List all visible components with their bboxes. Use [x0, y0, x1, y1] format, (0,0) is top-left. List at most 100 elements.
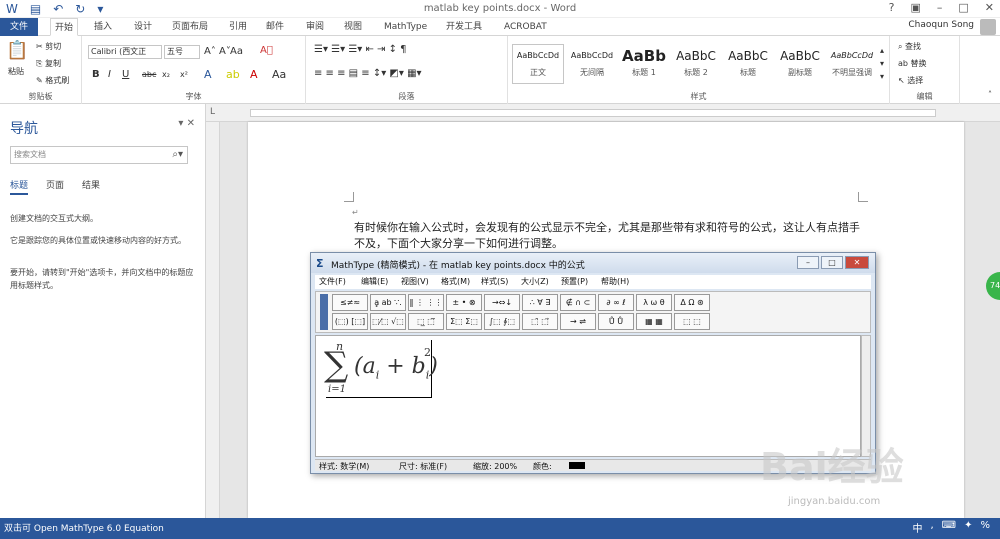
- vertical-ruler[interactable]: [206, 122, 220, 518]
- tab-layout[interactable]: 页面布局: [168, 18, 212, 36]
- underline-button[interactable]: U: [122, 69, 129, 80]
- style-subtle-emphasis[interactable]: AaBbCcDd 不明显强调: [826, 44, 878, 84]
- clear-format-icon[interactable]: A⃠: [260, 45, 273, 56]
- keyboard-icon[interactable]: ⌨: [942, 520, 956, 535]
- settings-icon[interactable]: ✦: [964, 520, 972, 535]
- tab-selector-icon[interactable]: L: [210, 107, 215, 117]
- bullets-icon[interactable]: ☰▾ ☰▾ ☰▾ ⇤ ⇥ ↕ ¶: [314, 44, 407, 55]
- subscript-button[interactable]: x₂: [162, 70, 170, 79]
- palette-arrows-button[interactable]: →⇔↓: [484, 294, 520, 311]
- palette-bars-button[interactable]: ⬚̄ ⬚⃗: [522, 313, 558, 330]
- palette-scripts-button[interactable]: ⬚̲ ⬚̅: [408, 313, 444, 330]
- strikethrough-button[interactable]: abc: [142, 70, 156, 79]
- palette-matrices-button[interactable]: ▦ ▦: [636, 313, 672, 330]
- highlight-icon[interactable]: ab: [226, 68, 240, 81]
- nav-tab-pages[interactable]: 页面: [46, 178, 64, 191]
- search-icon[interactable]: ⌕▾: [172, 147, 183, 163]
- mt-menu-help[interactable]: 帮助(H): [601, 276, 629, 287]
- font-size-combo[interactable]: 五号: [164, 45, 200, 59]
- change-case-button[interactable]: Aa: [230, 46, 243, 57]
- tab-insert[interactable]: 插入: [90, 18, 116, 36]
- ime-icon[interactable]: 中: [912, 520, 922, 535]
- replace-button[interactable]: ab 替换: [898, 58, 927, 69]
- font-name-combo[interactable]: Calibri (西文正: [88, 45, 162, 59]
- char-shading-icon[interactable]: Aa: [272, 68, 286, 81]
- palette-integrals-button[interactable]: ∫⬚ ∮⬚: [484, 313, 520, 330]
- tab-review[interactable]: 审阅: [302, 18, 328, 36]
- palette-fractions-button[interactable]: ⬚⁄⬚ √⬚: [370, 313, 406, 330]
- maximize-icon[interactable]: □: [958, 1, 968, 14]
- collapse-ribbon-icon[interactable]: ˄: [988, 90, 992, 99]
- nav-tab-results[interactable]: 结果: [82, 178, 100, 191]
- mt-menu-view[interactable]: 视图(V): [401, 276, 429, 287]
- minimize-icon[interactable]: –: [937, 1, 943, 14]
- cut-button[interactable]: ✂ 剪切: [36, 41, 61, 52]
- tab-file[interactable]: 文件: [0, 18, 38, 36]
- mt-menu-size[interactable]: 大小(Z): [521, 276, 549, 287]
- palette-sums-button[interactable]: Σ⬚ Σ⬚: [446, 313, 482, 330]
- tab-references[interactable]: 引用: [225, 18, 251, 36]
- tab-acrobat[interactable]: ACROBAT: [500, 18, 551, 36]
- palette-sets-button[interactable]: ∉ ∩ ⊂: [560, 294, 596, 311]
- palette-spaces-button[interactable]: ḁ ab ∵.: [370, 294, 406, 311]
- palette-relations-button[interactable]: ≤≠≈: [332, 294, 368, 311]
- paste-icon[interactable]: 📋: [6, 40, 28, 61]
- palette-boxes-button[interactable]: ⬚ ⬚: [674, 313, 710, 330]
- italic-button[interactable]: I: [108, 69, 111, 80]
- mt-maximize-icon[interactable]: □: [821, 256, 843, 269]
- palette-greek-upper-button[interactable]: Δ Ω ⊛: [674, 294, 710, 311]
- bold-button[interactable]: B: [92, 69, 100, 80]
- format-painter-button[interactable]: ✎ 格式刷: [36, 75, 69, 86]
- zoom-percent[interactable]: %: [980, 520, 990, 535]
- palette-labeled-arrows-button[interactable]: → ⇌: [560, 313, 596, 330]
- nav-tab-headings[interactable]: 标题: [10, 178, 29, 195]
- mt-menu-edit[interactable]: 编辑(E): [361, 276, 388, 287]
- close-icon[interactable]: ✕: [985, 1, 994, 14]
- palette-products-button[interactable]: Ů Ů: [598, 313, 634, 330]
- palette-fences-button[interactable]: (⬚) [⬚]: [332, 313, 368, 330]
- styles-scroll-icon[interactable]: ▴ ▾ ▾: [880, 44, 884, 83]
- style-normal[interactable]: AaBbCcDd 正文: [512, 44, 564, 84]
- horizontal-ruler[interactable]: L: [206, 104, 1000, 122]
- palette-logic-button[interactable]: ∴ ∀ ∃: [522, 294, 558, 311]
- style-subtitle[interactable]: AaBbC 副标题: [774, 44, 826, 84]
- paste-button[interactable]: 粘贴: [8, 66, 24, 77]
- mt-menu-file[interactable]: 文件(F): [319, 276, 346, 287]
- mathtype-titlebar[interactable]: Σ MathType (精简模式) - 在 matlab key points.…: [311, 253, 875, 273]
- palette-embellish-button[interactable]: ‖ ⋮ ⋮⋮: [408, 294, 444, 311]
- text-effects-icon[interactable]: A: [204, 68, 212, 81]
- style-heading-1[interactable]: AaBb 标题 1: [618, 44, 670, 84]
- mt-menu-style[interactable]: 样式(S): [481, 276, 508, 287]
- find-button[interactable]: ⌕ 查找: [898, 41, 921, 52]
- tab-mathtype[interactable]: MathType: [380, 18, 431, 36]
- superscript-button[interactable]: x²: [180, 70, 188, 79]
- palette-greek-lower-button[interactable]: λ ω θ: [636, 294, 672, 311]
- mt-color-swatch[interactable]: [569, 462, 585, 469]
- nav-search-input[interactable]: 搜索文档 ⌕▾: [10, 146, 188, 164]
- user-name[interactable]: Chaoqun Song: [908, 20, 974, 30]
- tab-home[interactable]: 开始: [50, 18, 79, 36]
- palette-operators-button[interactable]: ± • ⊗: [446, 294, 482, 311]
- mt-minimize-icon[interactable]: –: [797, 256, 819, 269]
- avatar[interactable]: [980, 19, 996, 35]
- mt-menu-format[interactable]: 格式(M): [441, 276, 470, 287]
- align-icons[interactable]: ≡ ≡ ≡ ▤ ≡ ↕▾ ◩▾ ▦▾: [314, 68, 422, 79]
- copy-button[interactable]: ⎘ 复制: [36, 58, 61, 69]
- palette-misc-button[interactable]: ∂ ∞ ℓ: [598, 294, 634, 311]
- font-color-icon[interactable]: A: [250, 68, 258, 81]
- document-paragraph[interactable]: 有时候你在输入公式时，会发现有的公式显示不完全，尤其是那些带有求和符号的公式，这…: [354, 220, 866, 252]
- select-button[interactable]: ↖ 选择: [898, 75, 923, 86]
- style-no-spacing[interactable]: AaBbCcDd 无间隔: [566, 44, 618, 84]
- palette-grip[interactable]: [320, 294, 328, 330]
- style-heading-2[interactable]: AaBbC 标题 2: [670, 44, 722, 84]
- ribbon-display-icon[interactable]: ▣: [910, 1, 920, 14]
- tab-developer[interactable]: 开发工具: [442, 18, 486, 36]
- grow-font-icon[interactable]: A˄ A˅: [204, 46, 231, 57]
- mt-menu-prefs[interactable]: 预置(P): [561, 276, 588, 287]
- tab-mailings[interactable]: 邮件: [262, 18, 288, 36]
- nav-pane-controls[interactable]: ▾ ✕: [178, 118, 195, 129]
- tab-view[interactable]: 视图: [340, 18, 366, 36]
- style-title[interactable]: AaBbC 标题: [722, 44, 774, 84]
- ime-punct-icon[interactable]: ,: [930, 520, 933, 535]
- mt-close-icon[interactable]: ✕: [845, 256, 869, 269]
